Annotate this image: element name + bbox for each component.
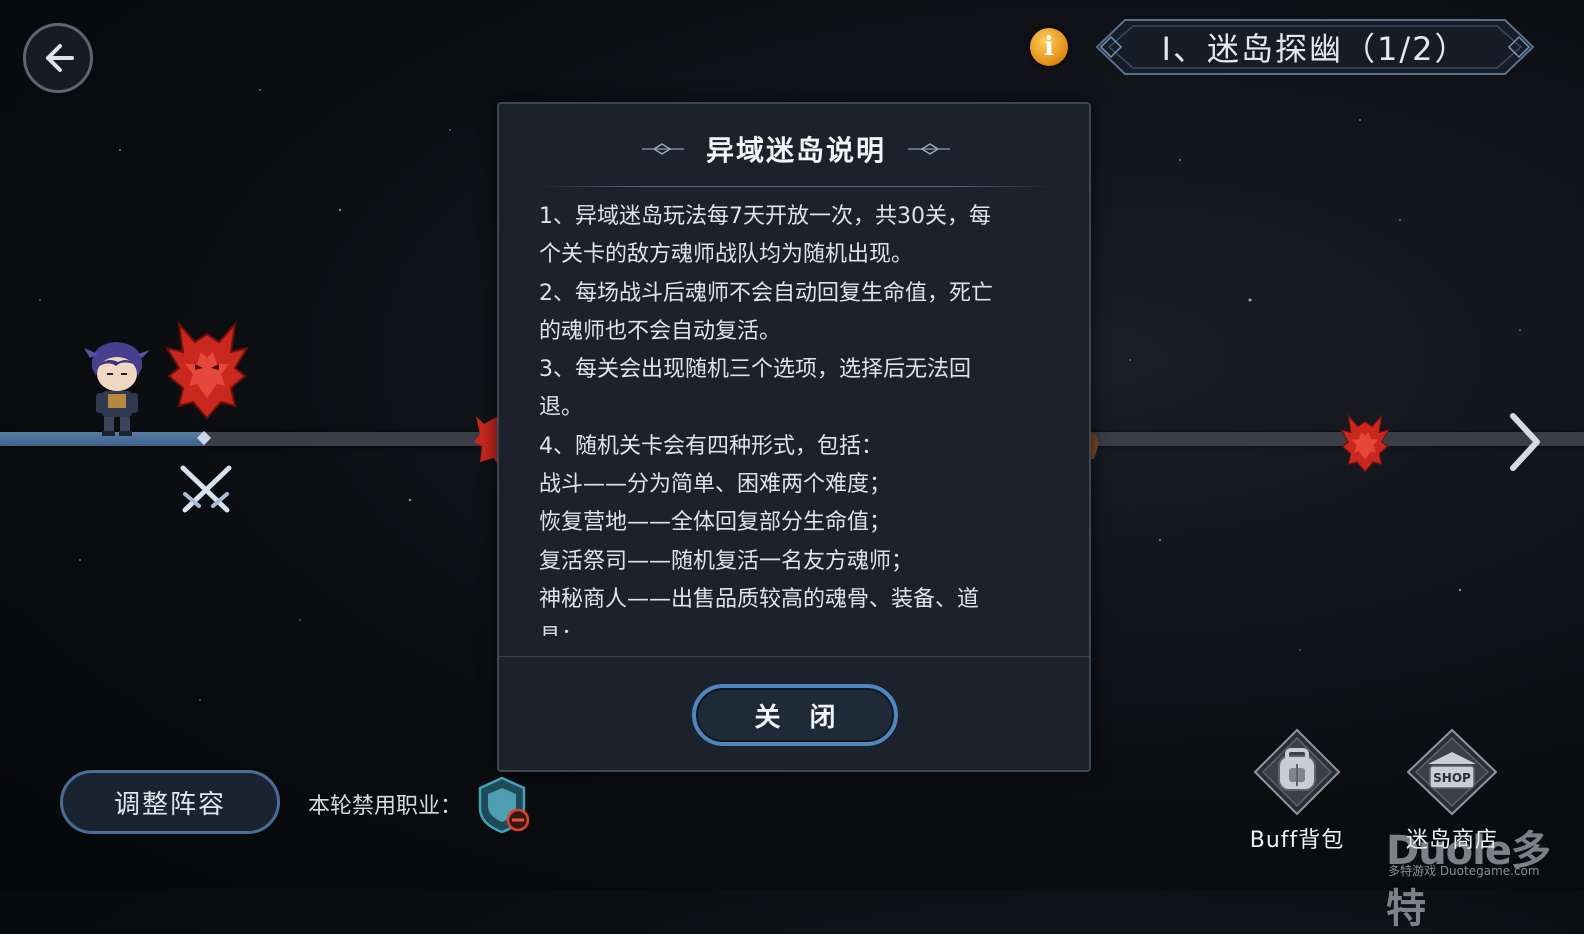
rules-line: 恢复营地——全体回复部分生命值； — [539, 510, 892, 536]
rules-line: 个关卡的敌方魂师战队均为随机出现。 — [539, 242, 914, 268]
rules-line: 4、随机关卡会有四种形式，包括： — [539, 433, 883, 459]
buff-bag-icon — [1253, 728, 1341, 816]
banned-class-label: 本轮禁用职业： — [308, 794, 463, 819]
watermark-sub: 多特游戏 Duotegame.com — [1388, 864, 1540, 878]
hero-character — [84, 342, 150, 436]
rules-line: 2、每场战斗后魂师不会自动回复生命值，死亡 — [539, 280, 993, 306]
enemy-emblem-icon — [165, 320, 249, 420]
crossed-swords-icon — [180, 465, 232, 513]
back-arrow-icon — [46, 44, 74, 72]
enemy-emblem-icon — [474, 416, 498, 466]
rules-line: 退。 — [539, 395, 584, 421]
adjust-lineup-button[interactable]: 调整阵容 — [60, 770, 280, 834]
rules-line: 的魂师也不会自动复活。 — [539, 318, 782, 344]
title-ornament-right-icon — [908, 143, 950, 155]
buff-bag-button[interactable]: Buff背包 — [1246, 728, 1348, 854]
title-ornament-left-icon — [641, 143, 684, 155]
enemy-emblem-icon — [1340, 413, 1390, 473]
ban-class-icon[interactable] — [476, 776, 532, 834]
rules-text-scroll[interactable]: 1、异域迷岛玩法每7天开放一次，共30关，每 个关卡的敌方魂师战队均为随机出现。… — [539, 198, 1059, 636]
rules-line: 3、每关会出现随机三个选项，选择后无法回 — [539, 357, 971, 383]
buff-bag-label: Buff背包 — [1249, 828, 1345, 853]
shop-icon: SHOP — [1406, 728, 1498, 816]
info-icon[interactable]: i — [1030, 28, 1068, 66]
dialog-title: 异域迷岛说明 — [705, 134, 886, 167]
rules-line: 神秘商人——出售品质较高的魂骨、装备、道 — [539, 586, 980, 612]
stage-title-banner: Ⅰ、迷岛探幽（1/2） — [1095, 18, 1535, 76]
divider — [537, 186, 1053, 187]
back-button[interactable] — [23, 23, 93, 93]
divider — [499, 656, 1089, 657]
dialog-header: 异域迷岛说明 — [499, 124, 1093, 174]
close-button[interactable]: 关 闭 — [692, 684, 898, 746]
rules-line: 1、异域迷岛玩法每7天开放一次，共30关，每 — [539, 204, 991, 229]
shop-sign-text: SHOP — [1433, 771, 1471, 785]
next-arrow-icon[interactable] — [1505, 412, 1545, 472]
rules-line: 复活祭司——随机复活一名友方魂师； — [539, 548, 914, 574]
stage-title-text: Ⅰ、迷岛探幽（1/2） — [1161, 30, 1469, 68]
rules-line: 具； — [539, 619, 1059, 636]
rules-line: 战斗——分为简单、困难两个难度； — [539, 472, 892, 498]
watermark: Duole多特 多特游戏 Duotegame.com — [1386, 818, 1576, 932]
rules-dialog: 异域迷岛说明 1、异域迷岛玩法每7天开放一次，共30关，每 个关卡的敌方魂师战队… — [497, 102, 1091, 772]
